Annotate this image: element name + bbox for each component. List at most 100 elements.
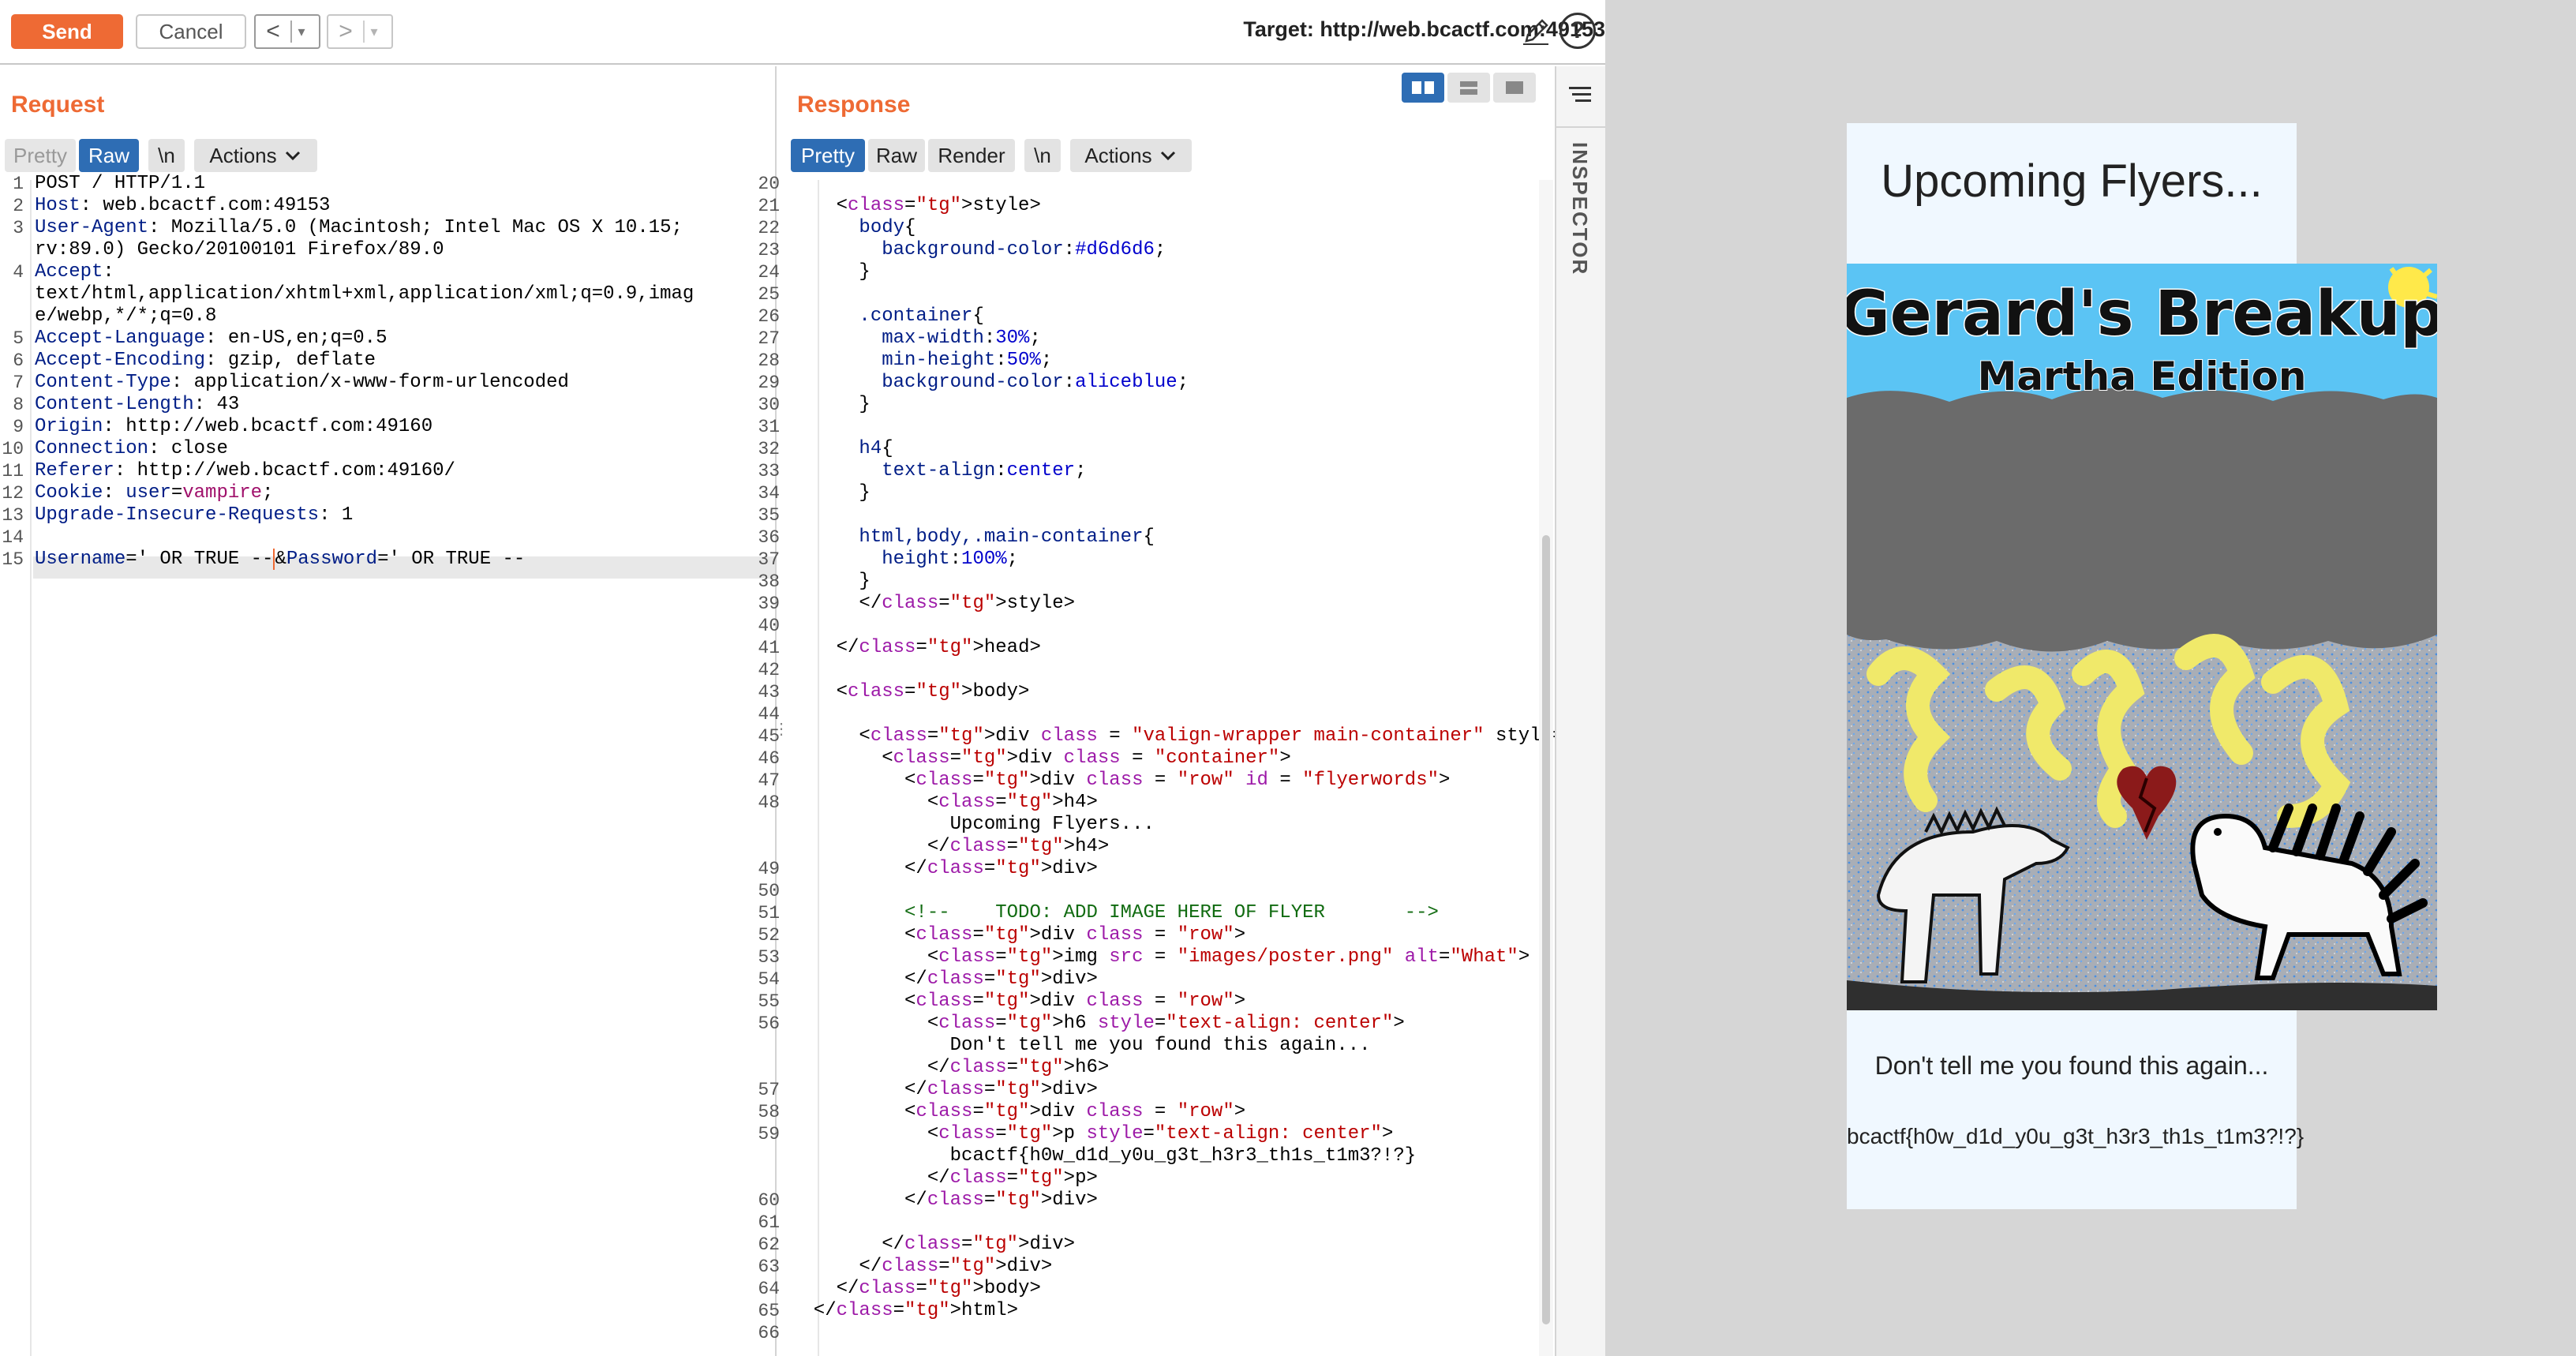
code-line: Referer: http://web.bcactf.com:49160/ xyxy=(35,460,455,481)
line-number: 20 xyxy=(758,174,780,194)
hamburger-icon[interactable] xyxy=(1566,82,1594,106)
code-line: } xyxy=(791,261,871,283)
response-scrollbar[interactable] xyxy=(1539,180,1553,1356)
line-number: 8 xyxy=(13,395,24,415)
code-line: h4{ xyxy=(859,438,893,459)
code-line: Accept-Encoding: gzip, deflate xyxy=(35,350,376,371)
forward-button[interactable]: > xyxy=(328,18,363,45)
code-line: </class="tg">div> xyxy=(791,968,1098,990)
line-number: 37 xyxy=(758,549,780,570)
code-line: bcactf{h0w_d1d_y0u_g3t_h3r3_th1s_t1m3?!?… xyxy=(791,1145,1417,1167)
line-number: 45 xyxy=(758,726,780,747)
line-number: 7 xyxy=(13,373,24,393)
line-number: 11 xyxy=(2,461,24,481)
code-line: Username=' OR TRUE --&Password=' OR TRUE… xyxy=(35,549,526,570)
code-line: <class="tg">div class = "container"> xyxy=(791,747,1291,769)
line-number: 22 xyxy=(758,218,780,238)
line-number: 42 xyxy=(758,660,780,680)
layout-columns-button[interactable] xyxy=(1402,73,1444,103)
line-number: 54 xyxy=(758,969,780,990)
code-line: Content-Length: 43 xyxy=(35,394,240,415)
response-tab-pretty[interactable]: Pretty xyxy=(791,139,865,172)
request-tab-raw[interactable]: Raw xyxy=(79,139,139,172)
request-actions-button[interactable]: Actions xyxy=(194,139,317,172)
response-tab-render[interactable]: Render xyxy=(928,139,1015,172)
back-button[interactable]: < xyxy=(256,18,290,45)
code-line: </class="tg">h6> xyxy=(791,1057,1110,1078)
cancel-button[interactable]: Cancel xyxy=(136,14,246,49)
line-number: 48 xyxy=(758,792,780,813)
single-layout-icon xyxy=(1506,81,1523,94)
line-number: 35 xyxy=(758,505,780,526)
line-number: 63 xyxy=(758,1257,780,1277)
scrollbar-thumb[interactable] xyxy=(1542,535,1550,1324)
code-line: Upcoming Flyers... xyxy=(791,814,1155,835)
line-number: 12 xyxy=(2,483,24,504)
code-line: text/html,application/xhtml+xml,applicat… xyxy=(35,283,695,305)
line-number: 32 xyxy=(758,439,780,459)
rows-layout-icon xyxy=(1460,81,1477,95)
line-number: 26 xyxy=(758,306,780,327)
code-line: POST / HTTP/1.1 xyxy=(35,173,206,194)
line-number: 27 xyxy=(758,328,780,349)
code-line: User-Agent: Mozilla/5.0 (Macintosh; Inte… xyxy=(35,217,683,238)
line-number: 52 xyxy=(758,925,780,946)
line-number: 53 xyxy=(758,947,780,968)
line-number: 60 xyxy=(758,1190,780,1211)
code-line: </class="tg">h4> xyxy=(791,836,1110,857)
send-button[interactable]: Send xyxy=(11,14,123,49)
line-number: 23 xyxy=(758,240,780,260)
line-number: 64 xyxy=(758,1279,780,1299)
code-line: </class="tg">div> xyxy=(791,858,1098,879)
inspector-divider xyxy=(1556,126,1605,128)
code-line: <class="tg">div class = "row" id = "flye… xyxy=(791,770,1451,791)
line-number: 39 xyxy=(758,594,780,614)
line-number: 21 xyxy=(758,196,780,216)
response-tab-newline[interactable]: \n xyxy=(1024,139,1061,172)
line-number: 44 xyxy=(758,704,780,725)
code-line: </class="tg">head> xyxy=(791,637,1041,658)
response-title: Response xyxy=(797,92,911,118)
code-line: background-color:#d6d6d6; xyxy=(882,239,1166,260)
request-tab-pretty[interactable]: Pretty xyxy=(5,139,76,172)
response-tab-raw[interactable]: Raw xyxy=(868,139,925,172)
history-forward-group[interactable]: > ▾ xyxy=(327,14,393,49)
line-number: 14 xyxy=(2,527,24,548)
line-number: 50 xyxy=(758,881,780,901)
line-number: 9 xyxy=(13,417,24,437)
request-tab-newline[interactable]: \n xyxy=(148,139,185,172)
line-number: 65 xyxy=(758,1301,780,1321)
layout-rows-button[interactable] xyxy=(1447,73,1490,103)
code-line: .container{ xyxy=(859,305,984,327)
response-actions-button[interactable]: Actions xyxy=(1070,139,1192,172)
line-number: 61 xyxy=(758,1212,780,1233)
code-line: <class="tg">body> xyxy=(791,681,1030,702)
help-icon[interactable]: ? xyxy=(1559,13,1596,49)
line-number: 6 xyxy=(13,350,24,371)
code-line: } xyxy=(791,571,871,592)
code-line: rv:89.0) Gecko/20100101 Firefox/89.0 xyxy=(35,239,444,260)
code-line: </class="tg">div> xyxy=(791,1256,1053,1277)
toolbar-divider xyxy=(0,63,1605,65)
line-number: 28 xyxy=(758,350,780,371)
pencil-icon[interactable] xyxy=(1520,16,1552,47)
line-number: 30 xyxy=(758,395,780,415)
code-line: </class="tg">html> xyxy=(791,1300,1019,1321)
code-line: <class="tg">h6 style="text-align: center… xyxy=(791,1013,1405,1034)
line-number: 55 xyxy=(758,991,780,1012)
code-line: <class="tg">style> xyxy=(791,195,1041,216)
code-line: Host: web.bcactf.com:49153 xyxy=(35,195,331,216)
line-number: 40 xyxy=(758,616,780,636)
request-title: Request xyxy=(11,92,105,118)
forward-dropdown-icon[interactable]: ▾ xyxy=(365,24,384,40)
layout-tabs-button[interactable] xyxy=(1493,73,1536,103)
chevron-down-icon xyxy=(285,151,300,161)
back-dropdown-icon[interactable]: ▾ xyxy=(292,24,311,40)
code-line: <class="tg">p style="text-align: center"… xyxy=(791,1123,1394,1144)
inspector-label[interactable]: INSPECTOR xyxy=(1567,142,1592,275)
line-number: 24 xyxy=(758,262,780,283)
line-number: 15 xyxy=(2,549,24,570)
history-back-group[interactable]: < ▾ xyxy=(254,14,320,49)
chevron-down-icon xyxy=(1160,151,1175,161)
code-line: </class="tg">div> xyxy=(791,1079,1098,1100)
